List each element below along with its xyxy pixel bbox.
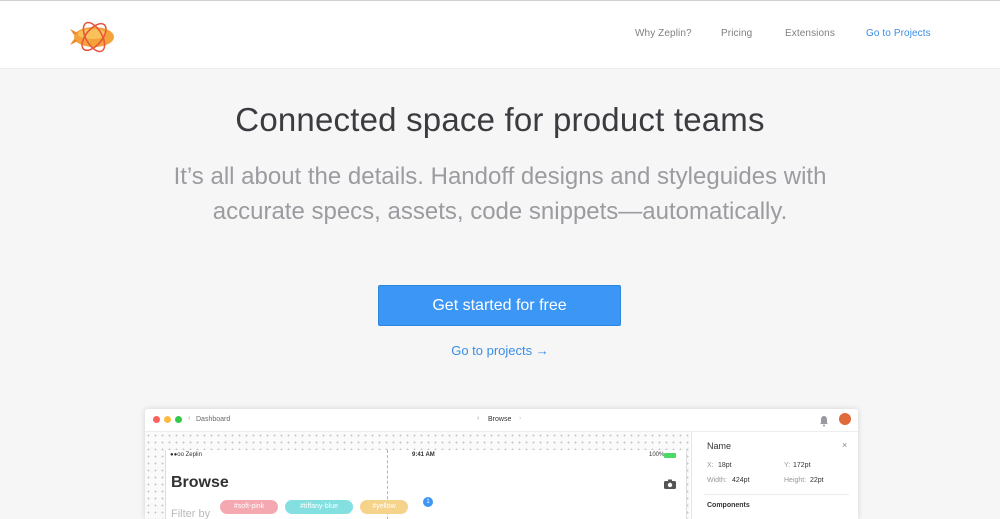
- camera-icon: [664, 476, 676, 494]
- width-value: 424pt: [732, 477, 750, 484]
- inspector-panel: Name × X: 18pt Y: 172pt Width: 424pt Hei…: [691, 432, 858, 519]
- hero-subtitle: It’s all about the details. Handoff desi…: [150, 159, 850, 229]
- chip-soft-pink: #soft-pink: [220, 500, 278, 514]
- battery-icon: [664, 453, 676, 458]
- chevron-left-icon: ‹: [188, 415, 191, 422]
- width-label: Width:: [707, 477, 727, 484]
- y-label: Y:: [784, 462, 791, 469]
- nav-why-zeplin[interactable]: Why Zeplin?: [635, 28, 692, 39]
- mockup-titlebar: ‹ Dashboard ‹ Browse ›: [145, 409, 858, 432]
- layer-name-title: Name: [707, 441, 732, 451]
- app-mockup: ‹ Dashboard ‹ Browse › ●●oo Zeplin 9:41 …: [145, 409, 858, 519]
- nav-pricing[interactable]: Pricing: [721, 28, 752, 39]
- height-label: Height:: [784, 477, 807, 484]
- divider: [704, 494, 849, 495]
- nav-extensions[interactable]: Extensions: [785, 28, 835, 39]
- hero-title: Connected space for product teams: [235, 101, 765, 138]
- x-value: 18pt: [718, 462, 732, 469]
- components-heading: Components: [707, 502, 750, 509]
- screen-title: Browse: [488, 416, 512, 423]
- back-dashboard-label: Dashboard: [196, 416, 231, 423]
- browse-heading: Browse: [171, 474, 229, 491]
- maximize-dot-icon: [175, 416, 182, 423]
- x-label: X:: [707, 462, 714, 469]
- get-started-button[interactable]: Get started for free: [378, 285, 621, 326]
- prev-screen-icon: ‹: [477, 415, 480, 422]
- zeplin-logo-icon[interactable]: [70, 15, 118, 53]
- status-battery: 100%: [649, 452, 665, 458]
- top-navbar: Why Zeplin? Pricing Extensions Go to Pro…: [0, 1, 1000, 69]
- chip-tiffany-blue: #tiffany-blue: [285, 500, 353, 514]
- go-to-projects-link-text[interactable]: Go to projects →: [451, 343, 549, 358]
- hero-subtitle-line2: accurate specs, assets, code snippets—au…: [212, 198, 788, 225]
- notification-bell-icon: [818, 414, 830, 432]
- close-icon: ×: [842, 440, 848, 450]
- chip-yellow: #yellow: [360, 500, 408, 514]
- status-time: 9:41 AM: [412, 452, 435, 458]
- selection-badge: 1: [423, 497, 433, 507]
- height-value: 22pt: [810, 477, 824, 484]
- next-screen-icon: ›: [519, 415, 522, 422]
- minimize-dot-icon: [164, 416, 171, 423]
- status-carrier: ●●oo Zeplin: [170, 452, 202, 458]
- y-value: 172pt: [793, 462, 811, 469]
- design-canvas: ●●oo Zeplin 9:41 AM 100% Browse Filter b…: [145, 432, 690, 519]
- nav-go-to-projects[interactable]: Go to Projects: [866, 28, 931, 39]
- avatar: [839, 413, 851, 425]
- close-dot-icon: [153, 416, 160, 423]
- hero-subtitle-line1: It’s all about the details. Handoff desi…: [173, 163, 827, 190]
- go-to-projects-link: Go to projects →: [0, 343, 1000, 358]
